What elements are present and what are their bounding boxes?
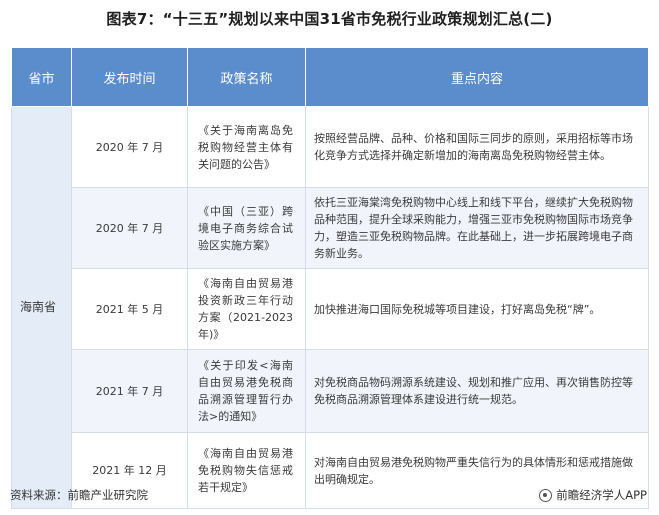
policy-name-cell: 《关于印发<海南自由贸易港免税商品溯源管理暂行办法>的通知》	[187, 349, 306, 433]
table-row: 2020 年 7 月 《中国（三亚）跨境电子商务综合试验区实施方案》 依托三亚海…	[12, 187, 649, 269]
column-header-policy-name: 政策名称	[187, 47, 306, 107]
province-cell: 海南省	[11, 106, 72, 509]
date-cell: 2021 年 7 月	[71, 349, 188, 433]
policy-name-cell: 《关于海南离岛免税购物经营主体有关问题的公告》	[187, 106, 306, 188]
brand-label: 前瞻经济学人APP	[556, 488, 647, 502]
date-cell: 2021 年 5 月	[71, 268, 188, 350]
column-header-key-content: 重点内容	[305, 47, 649, 107]
column-header-date: 发布时间	[71, 47, 188, 107]
table-row: 2021 年 7 月 《关于印发<海南自由贸易港免税商品溯源管理暂行办法>的通知…	[12, 349, 649, 433]
policy-name-cell: 《海南自由贸易港投资新政三年行动方案（2021-2023年)》	[187, 268, 306, 350]
key-content-cell: 依托三亚海棠湾免税购物中心线上和线下平台，继续扩大免税购物品种范围，提升全球采购…	[305, 187, 649, 269]
table-header-row: 省市 发布时间 政策名称 重点内容	[11, 47, 649, 107]
date-cell: 2020 年 7 月	[71, 187, 188, 269]
date-cell: 2020 年 7 月	[71, 106, 188, 188]
table-row: 海南省 2020 年 7 月 《关于海南离岛免税购物经营主体有关问题的公告》 按…	[11, 106, 649, 509]
key-content-cell: 按照经营品牌、品种、价格和国际三同步的原则，采用招标等市场化竞争方式选择并确定新…	[305, 106, 649, 188]
table-row: 2021 年 5 月 《海南自由贸易港投资新政三年行动方案（2021-2023年…	[12, 268, 649, 350]
policy-name-cell: 《海南自由贸易港免税购物失信惩戒若干规定》	[187, 432, 306, 509]
column-header-province: 省市	[11, 47, 72, 107]
policy-table: 省市 发布时间 政策名称 重点内容 海南省 2020 年 7 月 《关于海南离岛…	[11, 47, 649, 509]
policy-name-cell: 《中国（三亚）跨境电子商务综合试验区实施方案》	[187, 187, 306, 269]
qianzhan-logo-icon	[539, 488, 553, 502]
key-content-cell: 加快推进海口国际免税城等项目建设，打好离岛免税“牌”。	[305, 268, 649, 350]
source-note: 资料来源：前瞻产业研究院	[10, 488, 148, 502]
brand-credit: 前瞻经济学人APP	[539, 487, 647, 503]
key-content-cell: 对免税商品物码溯源系统建设、规划和推广应用、再次销售防控等免税商品溯源管理体系建…	[305, 349, 649, 433]
page-title: 图表7：“十三五”规划以来中国31省市免税行业政策规划汇总(二)	[106, 10, 553, 28]
